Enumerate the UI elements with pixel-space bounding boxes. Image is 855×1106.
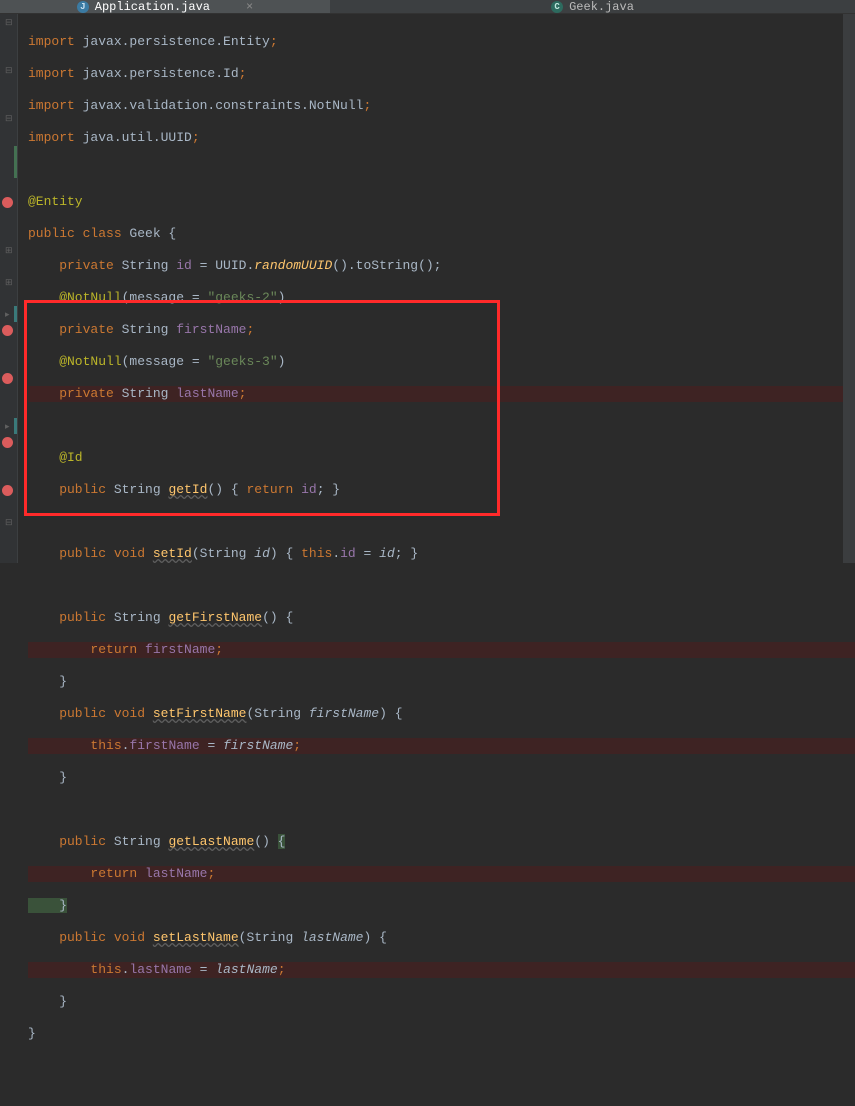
breakpoint-icon[interactable] — [2, 373, 13, 384]
code-line[interactable]: public void setLastName(String lastName)… — [28, 930, 855, 946]
code-line[interactable]: public class Geek { — [28, 226, 855, 242]
code-line[interactable]: @NotNull(message = "geeks-3") — [28, 354, 855, 370]
code-line[interactable]: return firstName; — [28, 642, 855, 658]
code-line[interactable]: } — [28, 770, 855, 786]
code-line[interactable]: this.firstName = firstName; — [28, 738, 855, 754]
editor-tabs: J Application.java × C Geek.java — [0, 0, 855, 14]
code-line[interactable]: private String id = UUID.randomUUID().to… — [28, 258, 855, 274]
tab-application[interactable]: J Application.java × — [0, 0, 330, 13]
code-line[interactable] — [28, 162, 855, 178]
vertical-scrollbar[interactable] — [843, 14, 855, 563]
code-area[interactable]: import javax.persistence.Entity; import … — [18, 14, 855, 563]
code-line[interactable] — [28, 514, 855, 530]
breakpoint-icon[interactable] — [2, 437, 13, 448]
fold-icon[interactable]: ⊟ — [5, 518, 15, 528]
code-line[interactable]: import javax.persistence.Entity; — [28, 34, 855, 50]
breakpoint-icon[interactable] — [2, 197, 13, 208]
tab-geek[interactable]: C Geek.java — [330, 0, 855, 13]
breakpoint-icon[interactable] — [2, 485, 13, 496]
code-line[interactable]: import javax.validation.constraints.NotN… — [28, 98, 855, 114]
class-file-icon: C — [551, 1, 563, 13]
code-line[interactable]: public String getLastName() { — [28, 834, 855, 850]
code-line[interactable]: @NotNull(message = "geeks-2") — [28, 290, 855, 306]
gutter[interactable]: ⊟ ⊟ ⊟ ⊞ ⊞ ▸ ▸ ⊟ — [0, 14, 18, 563]
java-file-icon: J — [77, 1, 89, 13]
editor: ⊟ ⊟ ⊟ ⊞ ⊞ ▸ ▸ ⊟ import javax.persistence… — [0, 14, 855, 563]
code-line[interactable] — [28, 802, 855, 818]
code-line[interactable]: public String getId() { return id; } — [28, 482, 855, 498]
close-icon[interactable]: × — [246, 0, 253, 14]
tab-label: Application.java — [95, 0, 210, 14]
fold-icon[interactable]: ⊟ — [5, 66, 15, 76]
code-line[interactable]: } — [28, 898, 855, 914]
code-line[interactable]: return lastName; — [28, 866, 855, 882]
fold-icon[interactable]: ▸ — [5, 310, 15, 320]
fold-icon[interactable]: ⊟ — [5, 18, 15, 28]
code-line[interactable]: public void setFirstName(String firstNam… — [28, 706, 855, 722]
code-line[interactable]: @Id — [28, 450, 855, 466]
fold-icon[interactable]: ⊞ — [5, 278, 15, 288]
code-line[interactable]: } — [28, 1026, 855, 1042]
code-line[interactable]: } — [28, 674, 855, 690]
code-line[interactable]: import javax.persistence.Id; — [28, 66, 855, 82]
code-line[interactable]: } — [28, 994, 855, 1010]
code-line[interactable]: public String getFirstName() { — [28, 610, 855, 626]
fold-icon[interactable]: ⊞ — [5, 246, 15, 256]
fold-icon[interactable]: ▸ — [5, 422, 15, 432]
code-line[interactable] — [28, 578, 855, 594]
breakpoint-icon[interactable] — [2, 325, 13, 336]
change-marker — [14, 146, 17, 178]
code-line[interactable] — [28, 418, 855, 434]
code-line[interactable]: private String firstName; — [28, 322, 855, 338]
code-line[interactable]: private String lastName; — [28, 386, 855, 402]
fold-icon[interactable]: ⊟ — [5, 114, 15, 124]
code-line[interactable]: this.lastName = lastName; — [28, 962, 855, 978]
code-line[interactable]: public void setId(String id) { this.id =… — [28, 546, 855, 562]
tab-label: Geek.java — [569, 0, 634, 14]
code-line[interactable]: @Entity — [28, 194, 855, 210]
code-line[interactable]: import java.util.UUID; — [28, 130, 855, 146]
